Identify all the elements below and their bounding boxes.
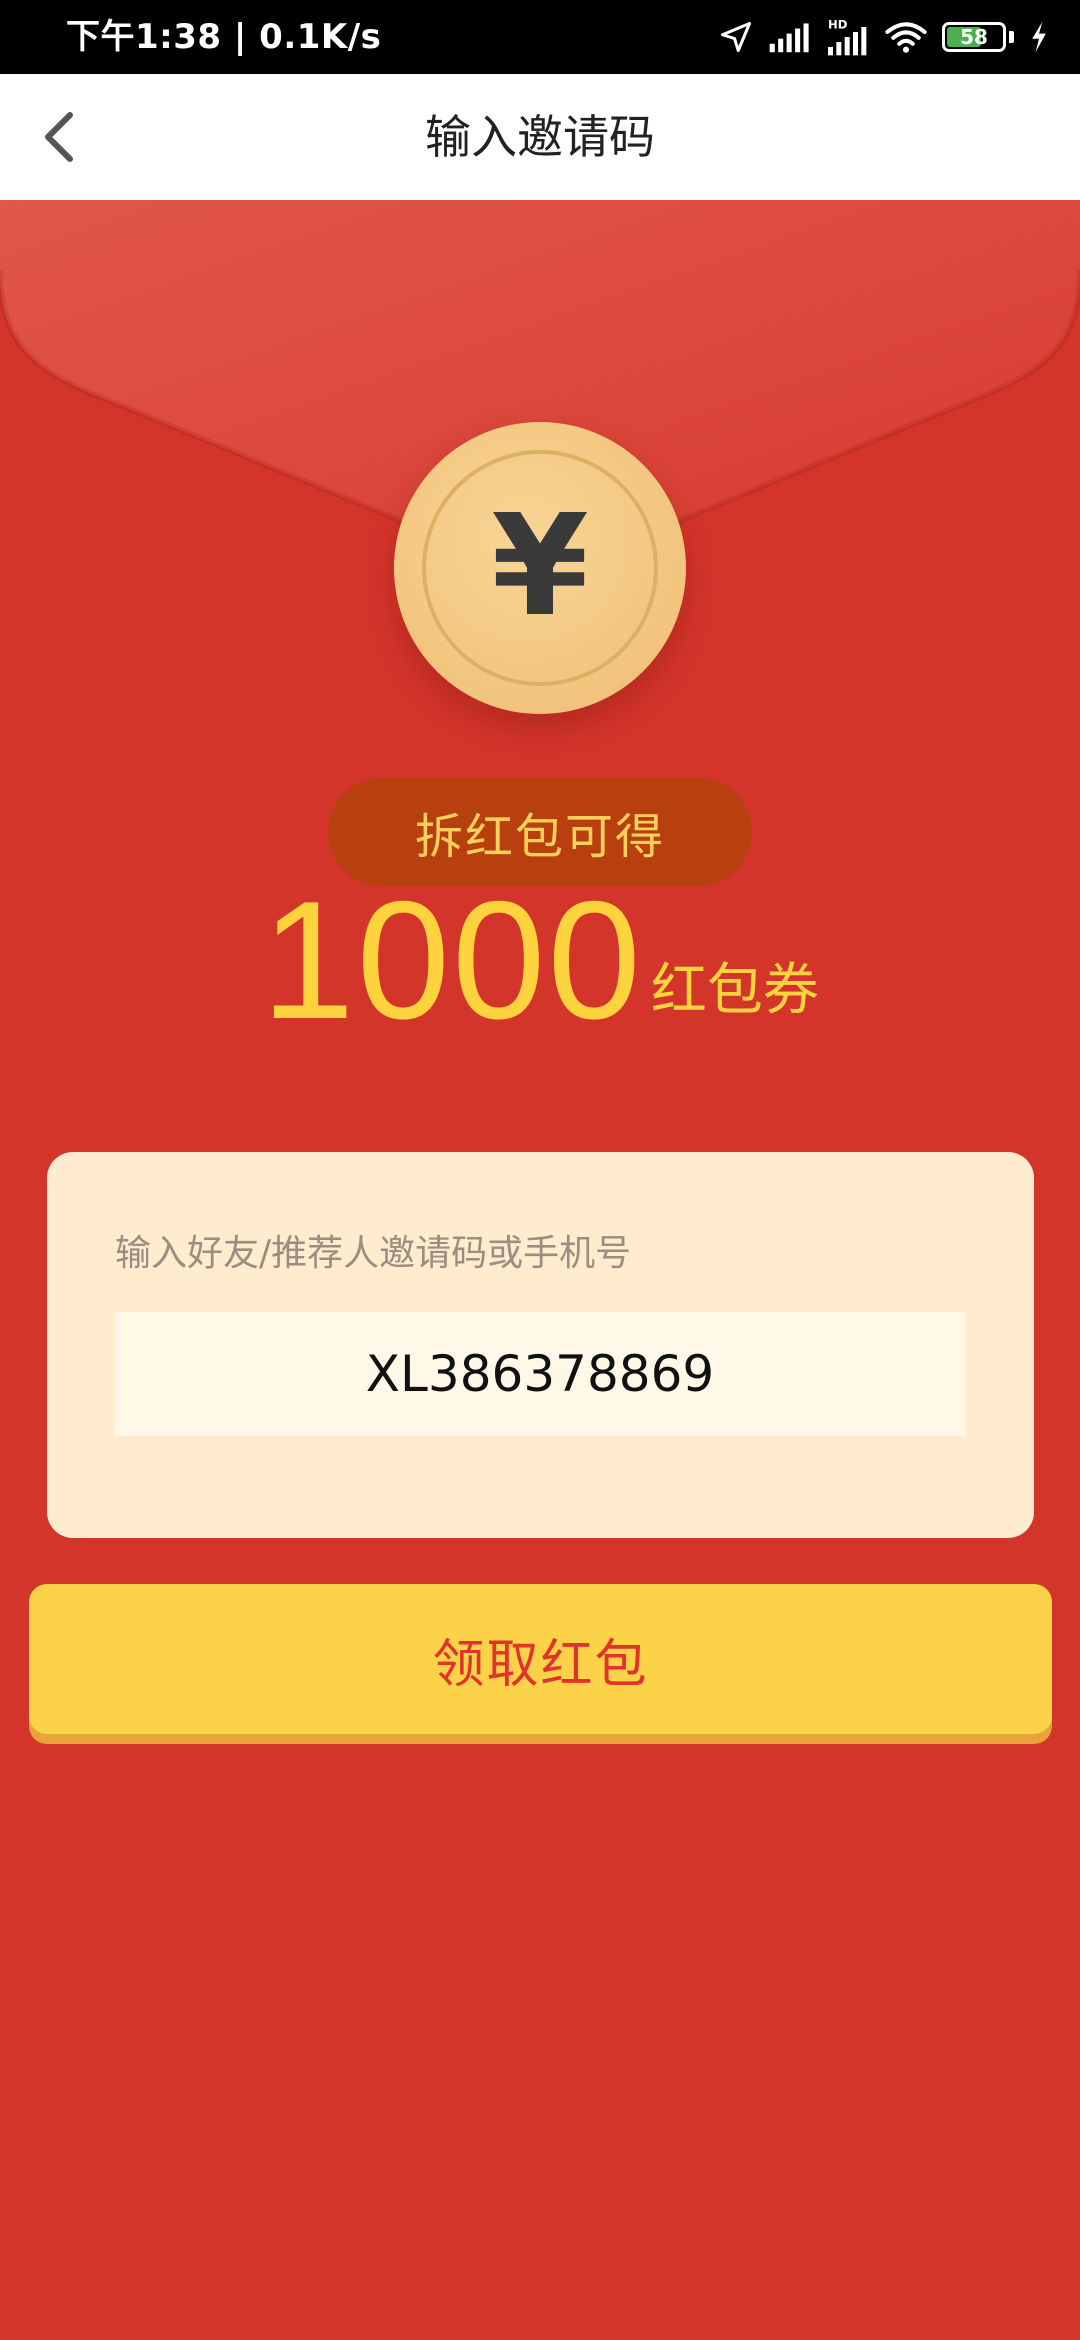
promo-caption: 拆红包可得 xyxy=(414,809,665,865)
chevron-left-icon xyxy=(45,112,73,162)
wifi-icon xyxy=(884,20,928,54)
coin-ring: ¥ xyxy=(422,450,658,686)
reward-amount: 1000 xyxy=(261,866,643,1054)
charging-icon xyxy=(1028,20,1050,54)
status-time: 下午1:38 | 0.1K/s xyxy=(66,17,382,57)
status-bar: 下午1:38 | 0.1K/s HD 58 xyxy=(0,0,1080,74)
invite-code-label: 输入好友/推荐人邀请码或手机号 xyxy=(115,1233,632,1274)
invite-code-screen: 下午1:38 | 0.1K/s HD 58 输入邀请码 ¥ 拆红包可得 1000… xyxy=(0,0,1080,2340)
yuan-icon: ¥ xyxy=(491,498,588,638)
reward-amount-row: 1000 红包券 xyxy=(0,866,1080,1054)
hd-signal-icon: HD xyxy=(826,17,870,57)
svg-text:HD: HD xyxy=(828,18,848,32)
reward-unit: 红包券 xyxy=(650,958,819,1023)
battery-cap xyxy=(1009,31,1014,43)
svg-text:¥: ¥ xyxy=(491,498,588,638)
back-button[interactable] xyxy=(20,97,100,177)
invite-code-input[interactable] xyxy=(115,1312,965,1436)
battery-level: 58 xyxy=(960,25,988,49)
nav-bar: 输入邀请码 xyxy=(0,74,1080,200)
location-icon xyxy=(718,19,754,55)
claim-button-label: 领取红包 xyxy=(432,1634,649,1695)
signal-icon xyxy=(768,20,812,54)
battery-icon: 58 xyxy=(942,22,1006,52)
page-title: 输入邀请码 xyxy=(425,110,655,164)
claim-red-packet-button[interactable]: 领取红包 xyxy=(29,1584,1052,1734)
invite-card: 输入好友/推荐人邀请码或手机号 xyxy=(47,1152,1034,1538)
status-icons: HD 58 xyxy=(718,0,1050,74)
yuan-coin: ¥ xyxy=(394,422,686,714)
